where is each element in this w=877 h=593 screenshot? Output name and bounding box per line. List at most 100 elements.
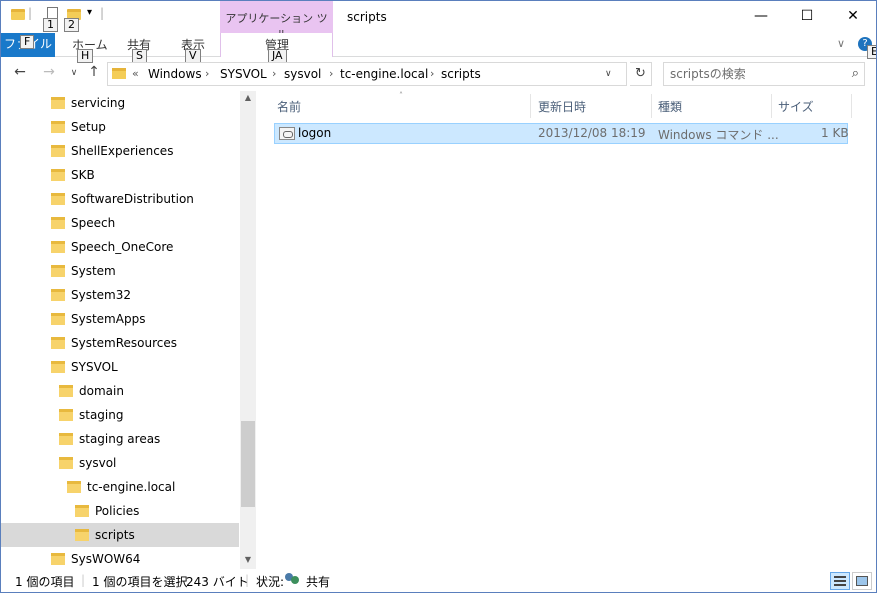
tree-item-label: staging areas	[79, 432, 161, 446]
tree-item[interactable]: domain	[1, 379, 239, 403]
crumb-sysvol-root[interactable]: SYSVOL	[220, 67, 267, 81]
separator: |	[28, 6, 33, 20]
maximize-button[interactable]: ☐	[784, 1, 830, 31]
tree-item-label: Policies	[95, 504, 140, 518]
tree-item-label: System	[71, 264, 116, 278]
tree-item[interactable]: SystemResources	[1, 331, 239, 355]
file-row[interactable]: logon 2013/12/08 18:19 Windows コマンド ... …	[274, 123, 849, 144]
tree-item[interactable]: ShellExperiences	[1, 139, 239, 163]
scroll-thumb[interactable]	[241, 421, 255, 507]
recent-locations-icon[interactable]: ∨	[64, 68, 84, 78]
item-count: 1 個の項目	[15, 575, 75, 589]
tree-item[interactable]: System	[1, 259, 239, 283]
title-bar: | 1 2 ▾ | アプリケーション ツール scripts — ☐ ✕	[1, 1, 876, 41]
customize-quick-access-icon[interactable]: ▾	[87, 7, 92, 23]
tree-item[interactable]: SysWOW64	[1, 547, 239, 571]
details-view-icon[interactable]	[830, 572, 850, 590]
tree-item-label: tc-engine.local	[87, 480, 176, 494]
tree-item[interactable]: Speech_OneCore	[1, 235, 239, 259]
column-header-date[interactable]: 更新日時	[538, 94, 652, 118]
crumb-scripts[interactable]: scripts	[441, 67, 481, 81]
tree-item[interactable]: staging areas	[1, 427, 239, 451]
forward-arrow-icon[interactable]: →	[39, 64, 59, 80]
tree-item-label: Setup	[71, 120, 106, 134]
tree-item[interactable]: Setup	[1, 115, 239, 139]
folder-icon	[59, 385, 73, 397]
crumb-separator-icon[interactable]: ›	[205, 67, 209, 80]
tree-item[interactable]: System32	[1, 283, 239, 307]
tree-item[interactable]: sysvol	[1, 451, 239, 475]
tree-item-label: Speech	[71, 216, 116, 230]
tree-item-label: SystemApps	[71, 312, 146, 326]
folder-icon	[51, 289, 65, 301]
separator: |	[245, 573, 250, 587]
crumb-separator-icon[interactable]: ›	[430, 67, 434, 80]
tree-item[interactable]: Policies	[1, 499, 239, 523]
tree-item-label: scripts	[95, 528, 135, 542]
folder-icon	[51, 193, 65, 205]
tree-item[interactable]: Speech	[1, 211, 239, 235]
tree-item[interactable]: SKB	[1, 163, 239, 187]
tree-item-label: SKB	[71, 168, 95, 182]
folder-icon	[51, 97, 65, 109]
up-arrow-icon[interactable]: ↑	[84, 64, 104, 80]
separator: |	[100, 6, 105, 20]
tree-item[interactable]: SoftwareDistribution	[1, 187, 239, 211]
large-icons-view-icon[interactable]	[852, 572, 872, 590]
keytip-file: F	[20, 35, 35, 49]
nav-scrollbar[interactable]: ▲ ▼	[240, 91, 256, 569]
search-box[interactable]: ⌕	[663, 62, 865, 86]
crumb-domain[interactable]: tc-engine.local	[340, 67, 428, 81]
folder-icon	[67, 481, 81, 493]
folder-icon	[59, 433, 73, 445]
folder-icon	[51, 337, 65, 349]
minimize-button[interactable]: —	[738, 1, 784, 31]
tree-item-label: sysvol	[79, 456, 117, 470]
folder-icon	[51, 553, 65, 565]
batch-file-icon	[279, 127, 295, 140]
tree-item[interactable]: staging	[1, 403, 239, 427]
address-bar[interactable]: « Windows › SYSVOL › sysvol › tc-engine.…	[107, 62, 627, 86]
tree-item-label: Speech_OneCore	[71, 240, 174, 254]
folder-icon	[51, 313, 65, 325]
tree-item-label: ShellExperiences	[71, 144, 174, 158]
scroll-up-icon[interactable]: ▲	[240, 93, 256, 102]
scroll-down-icon[interactable]: ▼	[240, 555, 256, 564]
folder-icon	[75, 529, 89, 541]
file-date: 2013/12/08 18:19	[538, 126, 646, 140]
keytip-2: 2	[64, 18, 79, 32]
folder-icon	[51, 169, 65, 181]
address-dropdown-icon[interactable]: ∨	[605, 69, 612, 79]
back-arrow-icon[interactable]: ←	[10, 64, 30, 80]
tree-item-label: SYSVOL	[71, 360, 118, 374]
close-button[interactable]: ✕	[830, 1, 876, 31]
search-input[interactable]	[670, 66, 840, 82]
crumb-separator-icon[interactable]: ›	[272, 67, 276, 80]
tree-item-label: domain	[79, 384, 124, 398]
shared-users-icon	[285, 573, 299, 587]
tree-item[interactable]: SYSVOL	[1, 355, 239, 379]
search-icon[interactable]: ⌕	[852, 66, 859, 81]
crumb-sysvol[interactable]: sysvol	[284, 67, 321, 81]
column-header-size[interactable]: サイズ	[778, 94, 852, 118]
crumb-separator-icon[interactable]: ›	[329, 67, 333, 80]
tree-item[interactable]: SystemApps	[1, 307, 239, 331]
tree-item[interactable]: servicing	[1, 91, 239, 115]
ribbon-tabs: ファイル F ホーム H 共有 S 表示 V 管理 JA ∨ ? E	[1, 33, 876, 63]
folder-icon	[51, 361, 65, 373]
selection-count: 1 個の項目を選択	[92, 575, 188, 589]
refresh-icon[interactable]: ↻	[630, 62, 652, 86]
column-header-type[interactable]: 種類	[658, 94, 772, 118]
tree-item[interactable]: scripts	[1, 523, 239, 547]
tree-item-label: SystemResources	[71, 336, 178, 350]
overflow-chevron[interactable]: «	[132, 67, 139, 80]
tree-item-label: SysWOW64	[71, 552, 141, 566]
separator: |	[81, 573, 86, 587]
tree-item-label: servicing	[71, 96, 126, 110]
expand-ribbon-icon[interactable]: ∨	[837, 37, 845, 50]
tree-item[interactable]: tc-engine.local	[1, 475, 239, 499]
crumb-windows[interactable]: Windows	[148, 67, 202, 81]
file-name: logon	[298, 126, 332, 140]
folder-icon[interactable]	[11, 9, 25, 20]
column-header-name[interactable]: 名前	[277, 94, 531, 118]
